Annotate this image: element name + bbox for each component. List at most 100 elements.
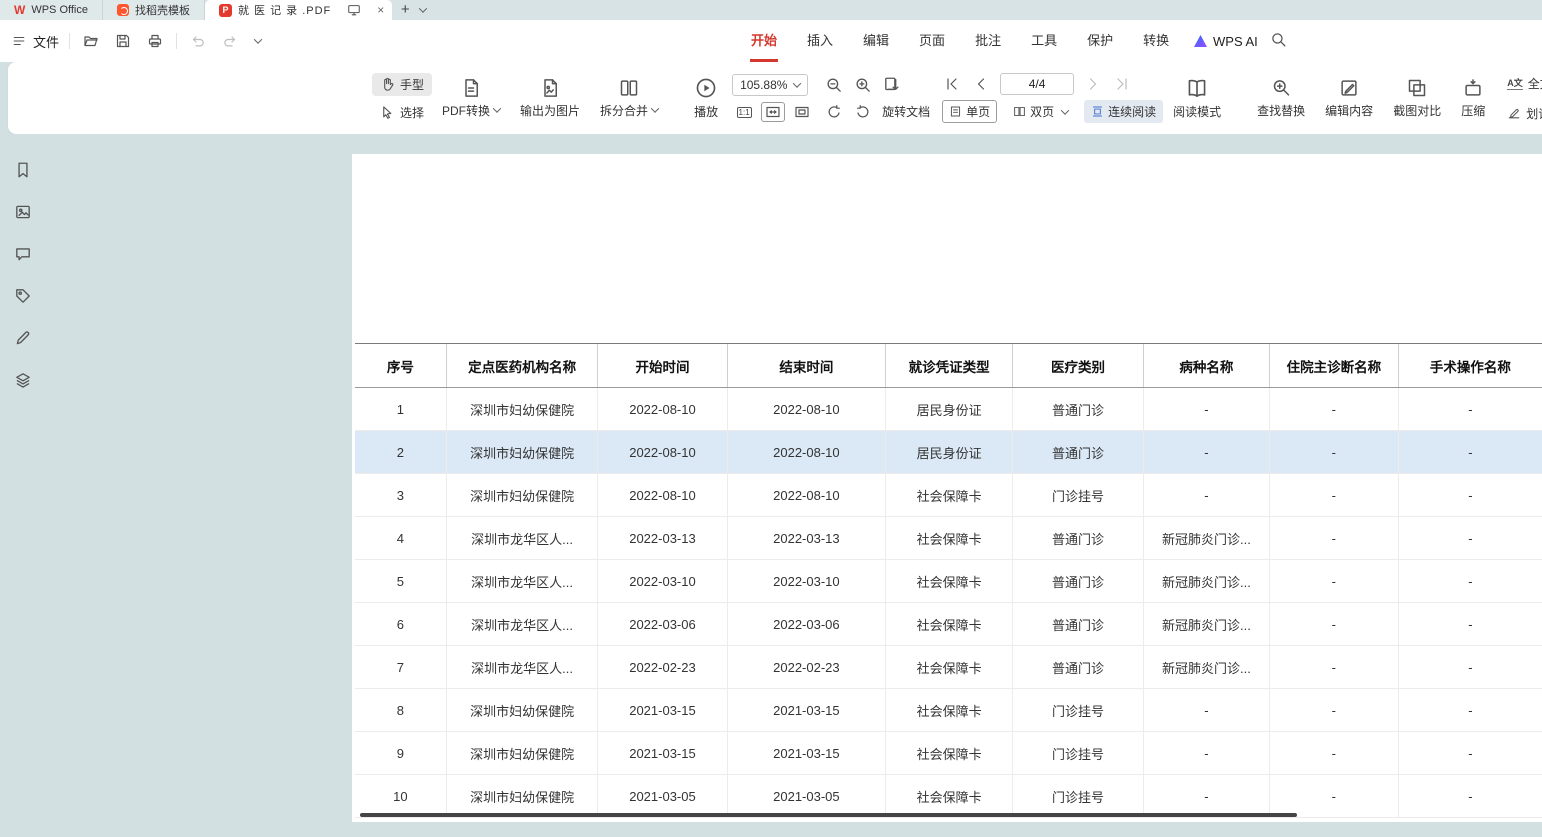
fit-width-button[interactable] [761, 102, 785, 122]
play-label: 播放 [694, 103, 718, 120]
document-title: 就 医 记 录 .PDF [238, 2, 331, 18]
continuous-reading-button[interactable]: 连续阅读 [1084, 100, 1163, 123]
screenshot-compare-button[interactable]: 截图对比 [1383, 67, 1451, 129]
display-icon[interactable] [347, 3, 361, 17]
table-cell: 普通门诊 [1013, 517, 1144, 560]
read-mode-button[interactable]: 阅读模式 [1163, 67, 1231, 129]
word-translation-button[interactable]: 划词翻译 [1499, 102, 1542, 125]
compress-button[interactable]: 压缩 [1451, 67, 1495, 129]
print-icon[interactable] [144, 30, 166, 52]
table-cell: 2022-08-10 [727, 474, 886, 517]
hand-tool-button[interactable]: 手型 [372, 73, 432, 96]
zoom-in-button[interactable] [853, 75, 873, 95]
table-row: 2深圳市妇幼保健院2022-08-102022-08-10居民身份证普通门诊--… [355, 431, 1542, 474]
double-page-button[interactable]: 双页 [1006, 100, 1075, 123]
tab-document[interactable]: P 就 医 记 录 .PDF × [205, 0, 392, 20]
word-translation-icon [1507, 106, 1521, 120]
zoom-out-icon [825, 76, 843, 94]
column-header: 定点医药机构名称 [446, 344, 598, 388]
table-cell: 2022-08-10 [598, 474, 727, 517]
fit-page-button[interactable] [790, 102, 814, 122]
single-page-button[interactable]: 单页 [942, 100, 997, 123]
zoom-out-button[interactable] [824, 75, 844, 95]
table-cell: 社会保障卡 [886, 732, 1013, 775]
table-cell: - [1398, 603, 1542, 646]
pdf-convert-button[interactable]: PDF转换 [432, 67, 510, 129]
table-cell: 普通门诊 [1013, 603, 1144, 646]
play-button[interactable]: 播放 [684, 67, 728, 129]
wps-ai-button[interactable]: WPS AI [1194, 20, 1258, 62]
page-jump-button[interactable] [882, 75, 902, 95]
menu-tab-批注[interactable]: 批注 [960, 20, 1016, 62]
hand-icon [380, 77, 395, 92]
table-cell: 2022-08-10 [727, 388, 886, 431]
menu-tab-保护[interactable]: 保护 [1072, 20, 1128, 62]
tab-docer-templates[interactable]: 找稻壳模板 [103, 0, 205, 20]
comments-icon[interactable] [13, 244, 33, 264]
table-cell: 新冠肺炎门诊... [1143, 646, 1269, 689]
table-cell: - [1398, 646, 1542, 689]
layers-icon[interactable] [13, 370, 33, 390]
zoom-level-select[interactable]: 105.88% [732, 74, 808, 96]
table-cell: - [1143, 689, 1269, 732]
prev-page-button[interactable] [971, 74, 991, 94]
last-page-button[interactable] [1112, 74, 1132, 94]
table-cell: 社会保障卡 [886, 689, 1013, 732]
tab-list-chevron-icon[interactable] [419, 4, 427, 12]
close-tab-icon[interactable]: × [377, 3, 384, 17]
first-page-button[interactable] [942, 74, 962, 94]
full-translation-button[interactable]: A文 全文翻译 [1499, 72, 1542, 95]
annotate-pen-icon[interactable] [13, 328, 33, 348]
table-cell: 深圳市妇幼保健院 [446, 775, 598, 818]
rotate-right-icon [855, 104, 871, 120]
page-number-input[interactable]: 4/4 [1000, 73, 1074, 95]
find-replace-button[interactable]: 查找替换 [1247, 67, 1315, 129]
tags-icon[interactable] [13, 286, 33, 306]
split-merge-button[interactable]: 拆分合并 [590, 67, 668, 129]
next-page-button[interactable] [1083, 74, 1103, 94]
save-icon[interactable] [112, 30, 134, 52]
select-tool-button[interactable]: 选择 [372, 101, 432, 124]
export-image-button[interactable]: 输出为图片 [510, 67, 590, 129]
horizontal-scrollbar[interactable] [360, 813, 1297, 817]
open-file-icon[interactable] [80, 30, 102, 52]
new-tab-button[interactable]: + [392, 0, 418, 20]
menu-tab-工具[interactable]: 工具 [1016, 20, 1072, 62]
table-row: 9深圳市妇幼保健院2021-03-152021-03-15社会保障卡门诊挂号--… [355, 732, 1542, 775]
column-header: 手术操作名称 [1398, 344, 1542, 388]
table-cell: 门诊挂号 [1013, 732, 1144, 775]
menu-tab-编辑[interactable]: 编辑 [848, 20, 904, 62]
table-row: 6深圳市龙华区人...2022-03-062022-03-06社会保障卡普通门诊… [355, 603, 1542, 646]
table-cell: - [1398, 775, 1542, 818]
table-cell: - [1398, 560, 1542, 603]
menu-tab-插入[interactable]: 插入 [792, 20, 848, 62]
table-cell: - [1269, 388, 1398, 431]
docer-icon [117, 4, 129, 16]
file-menu-button[interactable]: 文件 [12, 32, 59, 51]
bookmarks-icon[interactable] [13, 160, 33, 180]
rotate-left-button[interactable] [824, 102, 844, 122]
redo-icon[interactable] [219, 30, 241, 52]
menu-tab-开始[interactable]: 开始 [736, 20, 792, 62]
undo-icon[interactable] [187, 30, 209, 52]
compress-icon [1463, 78, 1483, 98]
book-icon [1186, 77, 1208, 99]
table-cell: 深圳市龙华区人... [446, 646, 598, 689]
double-page-icon [1013, 105, 1026, 118]
rotate-doc-label[interactable]: 旋转文档 [882, 103, 930, 120]
undo-history-chevron-icon[interactable] [254, 35, 262, 43]
table-cell: 深圳市妇幼保健院 [446, 431, 598, 474]
tab-wps-office[interactable]: W WPS Office [0, 0, 103, 20]
menu-tab-转换[interactable]: 转换 [1128, 20, 1184, 62]
actual-size-button[interactable]: 1:1 [732, 102, 756, 122]
thumbnails-icon[interactable] [13, 202, 33, 222]
menu-tab-页面[interactable]: 页面 [904, 20, 960, 62]
play-icon [695, 77, 717, 99]
table-cell: - [1143, 732, 1269, 775]
rotate-right-button[interactable] [853, 102, 873, 122]
edit-content-button[interactable]: 编辑内容 [1315, 67, 1383, 129]
table-cell: - [1398, 431, 1542, 474]
table-cell: - [1269, 560, 1398, 603]
search-icon[interactable] [1270, 31, 1287, 53]
edit-content-label: 编辑内容 [1325, 102, 1373, 119]
